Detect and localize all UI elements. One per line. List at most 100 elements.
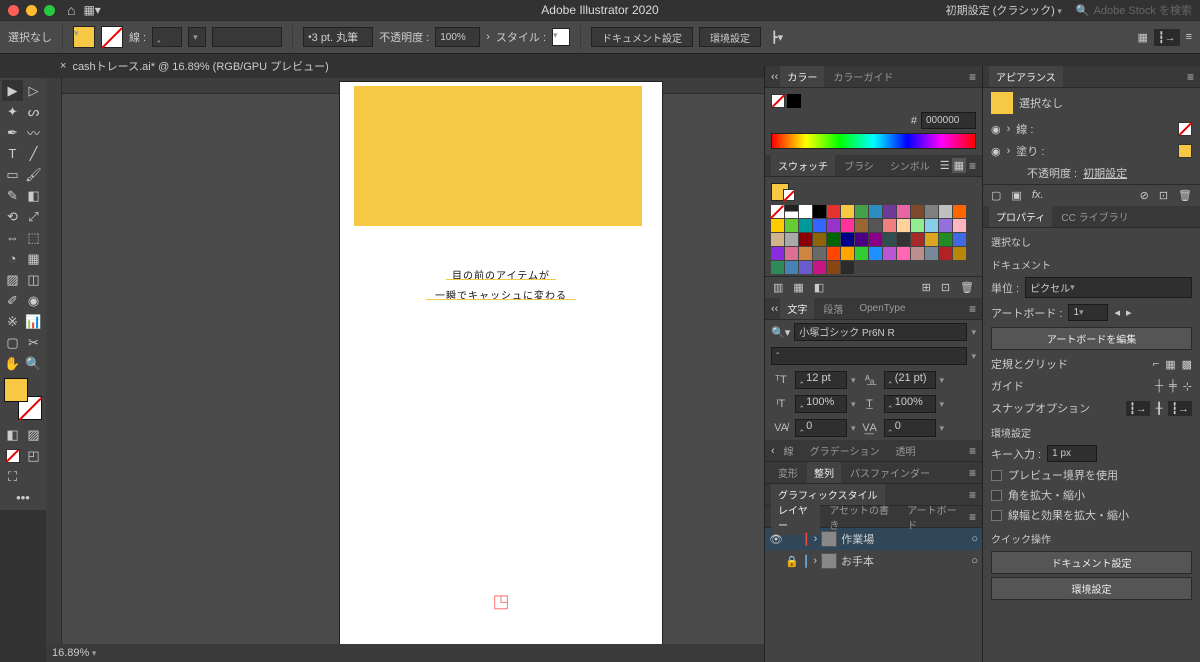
preferences-button-2[interactable]: 環境設定 bbox=[991, 577, 1192, 600]
arrange-documents-icon[interactable]: ▦▾ bbox=[83, 3, 100, 17]
hscale-input[interactable]: ‸ 100% bbox=[884, 395, 936, 413]
screen-mode-icon[interactable]: ⛶ bbox=[2, 466, 23, 487]
home-icon[interactable]: ⌂ bbox=[67, 2, 75, 18]
opacity-arrow-icon[interactable]: › bbox=[486, 31, 490, 43]
swatch-item[interactable] bbox=[827, 261, 840, 274]
close-tab-icon[interactable]: × bbox=[60, 60, 66, 72]
curvature-tool[interactable]: 〰 bbox=[23, 122, 44, 143]
swatch-item[interactable] bbox=[841, 219, 854, 232]
new-fill-icon[interactable]: ▣ bbox=[1011, 189, 1021, 202]
swatch-item[interactable] bbox=[771, 219, 784, 232]
swatch-item[interactable] bbox=[841, 261, 854, 274]
chk-scale-strokes[interactable]: 線幅と効果を拡大・縮小 bbox=[983, 505, 1200, 525]
grid-toggle-icon[interactable]: ▦ bbox=[1165, 358, 1175, 371]
swatch-item[interactable] bbox=[939, 233, 952, 246]
hand-tool[interactable]: ✋ bbox=[2, 353, 23, 374]
tab-color-guide[interactable]: カラーガイド bbox=[826, 66, 900, 87]
swatch-item[interactable] bbox=[813, 233, 826, 246]
eraser-tool[interactable]: ◧ bbox=[23, 185, 44, 206]
panel-menu-icon[interactable]: ≡ bbox=[969, 488, 976, 502]
document-setup-button[interactable]: ドキュメント設定 bbox=[591, 27, 693, 47]
expand-icon[interactable]: › bbox=[814, 533, 818, 545]
list-view-icon[interactable]: ☰ bbox=[940, 159, 950, 172]
artboard[interactable]: 目の前のアイテムが 一瞬でキャッシュに変わる ◳ bbox=[340, 82, 662, 652]
workspace-switcher[interactable]: 初期設定 (クラシック) bbox=[946, 2, 1062, 18]
eyedropper-tool[interactable]: ✐ bbox=[2, 290, 23, 311]
column-graph-tool[interactable]: 📊 bbox=[23, 311, 44, 332]
swatch-item[interactable] bbox=[897, 247, 910, 260]
font-style-input[interactable]: - bbox=[771, 347, 967, 365]
rectangle-tool[interactable]: ▭ bbox=[2, 164, 23, 185]
tab-opentype[interactable]: OpenType bbox=[852, 300, 912, 317]
swatch-item[interactable] bbox=[799, 219, 812, 232]
yellow-rectangle[interactable] bbox=[354, 86, 642, 226]
stroke-dropdown[interactable] bbox=[188, 27, 206, 47]
clear-icon[interactable]: ⊘ bbox=[1140, 189, 1149, 202]
opacity-row-value[interactable]: 初期設定 bbox=[1083, 165, 1127, 181]
tab-pathfinder[interactable]: パスファインダー bbox=[843, 462, 937, 483]
swatch-item[interactable] bbox=[827, 247, 840, 260]
swatch-item[interactable] bbox=[911, 247, 924, 260]
target-icon[interactable]: ○ bbox=[971, 533, 978, 545]
checkbox-icon[interactable] bbox=[991, 490, 1002, 501]
font-dropdown-icon[interactable] bbox=[971, 326, 976, 338]
swatch-item[interactable] bbox=[883, 247, 896, 260]
tab-align[interactable]: 整列 bbox=[807, 462, 841, 483]
line-tool[interactable]: ╱ bbox=[23, 143, 44, 164]
tab-appearance[interactable]: アピアランス bbox=[989, 66, 1063, 87]
style-dropdown-icon[interactable] bbox=[971, 350, 976, 362]
swatch-item[interactable] bbox=[771, 247, 784, 260]
layer-row-2[interactable]: 🔒 ┃ › お手本 ○ bbox=[765, 550, 982, 572]
tab-assets[interactable]: アセットの書き bbox=[822, 499, 898, 535]
panel-menu-icon[interactable]: ≡ bbox=[969, 466, 976, 480]
swatch-item[interactable] bbox=[925, 233, 938, 246]
swatch-item[interactable] bbox=[785, 247, 798, 260]
swatch-item[interactable] bbox=[841, 247, 854, 260]
swatch-item[interactable] bbox=[785, 219, 798, 232]
new-swatch-icon[interactable]: ⊡ bbox=[941, 281, 950, 294]
artboard-tool[interactable]: ▢ bbox=[2, 332, 23, 353]
chk-scale-corners[interactable]: 角を拡大・縮小 bbox=[983, 485, 1200, 505]
gradient-tool[interactable]: ◫ bbox=[23, 269, 44, 290]
tab-stroke[interactable]: 線 bbox=[777, 440, 801, 461]
layer-name[interactable]: お手本 bbox=[841, 553, 874, 569]
visibility-icon[interactable]: ◉ bbox=[991, 123, 1001, 136]
hex-input[interactable]: 000000 bbox=[921, 112, 976, 129]
tab-character[interactable]: 文字 bbox=[780, 298, 814, 319]
swatch-item[interactable] bbox=[813, 219, 826, 232]
zoom-level[interactable]: 16.89% bbox=[52, 647, 96, 659]
swatch-item[interactable] bbox=[925, 219, 938, 232]
panel-menu-icon[interactable]: ≡ bbox=[969, 70, 976, 84]
brush-definition[interactable]: • 3 pt. 丸筆 bbox=[303, 27, 373, 47]
grid-view-icon[interactable]: ▦ bbox=[952, 158, 966, 173]
essentials-icon[interactable]: ┇→ bbox=[1154, 29, 1180, 46]
swatch-item[interactable] bbox=[911, 233, 924, 246]
tab-brushes[interactable]: ブラシ bbox=[837, 155, 881, 176]
swatch-item[interactable] bbox=[911, 219, 924, 232]
fullscreen-window-icon[interactable] bbox=[44, 5, 55, 16]
scale-tool[interactable]: ⤢ bbox=[23, 206, 44, 227]
fill-value-swatch[interactable] bbox=[1178, 144, 1192, 158]
guide-visibility-icon[interactable]: ┼ bbox=[1155, 380, 1163, 392]
checkbox-icon[interactable] bbox=[991, 510, 1002, 521]
opacity-input[interactable]: 100% bbox=[435, 27, 480, 47]
graphic-style-swatch[interactable] bbox=[552, 28, 570, 46]
artboard-dropdown[interactable]: 1 bbox=[1068, 304, 1108, 321]
panel-menu-icon[interactable]: ≡ bbox=[1187, 70, 1194, 84]
swatch-item[interactable] bbox=[897, 219, 910, 232]
visibility-icon[interactable]: 👁 bbox=[769, 533, 783, 546]
stroke-value-swatch[interactable] bbox=[1178, 122, 1192, 136]
swatch-item[interactable] bbox=[799, 247, 812, 260]
tab-transparency[interactable]: 透明 bbox=[888, 440, 922, 461]
fill-stroke-indicator[interactable] bbox=[4, 378, 42, 420]
ruler-vertical[interactable] bbox=[46, 78, 62, 662]
align-icon[interactable]: ┣▾ bbox=[771, 31, 783, 44]
delete-swatch-icon[interactable]: 🗑 bbox=[960, 281, 974, 294]
tab-color[interactable]: カラー bbox=[780, 66, 824, 87]
color-mode-icon[interactable]: ◧ bbox=[2, 424, 23, 445]
swatch-library-icon[interactable]: ▥ bbox=[773, 281, 783, 294]
chk-preview-bounds[interactable]: プレビュー境界を使用 bbox=[983, 465, 1200, 485]
slice-tool[interactable]: ✂ bbox=[23, 332, 44, 353]
swatch-item[interactable] bbox=[939, 247, 952, 260]
zoom-tool[interactable]: 🔍 bbox=[23, 353, 44, 374]
